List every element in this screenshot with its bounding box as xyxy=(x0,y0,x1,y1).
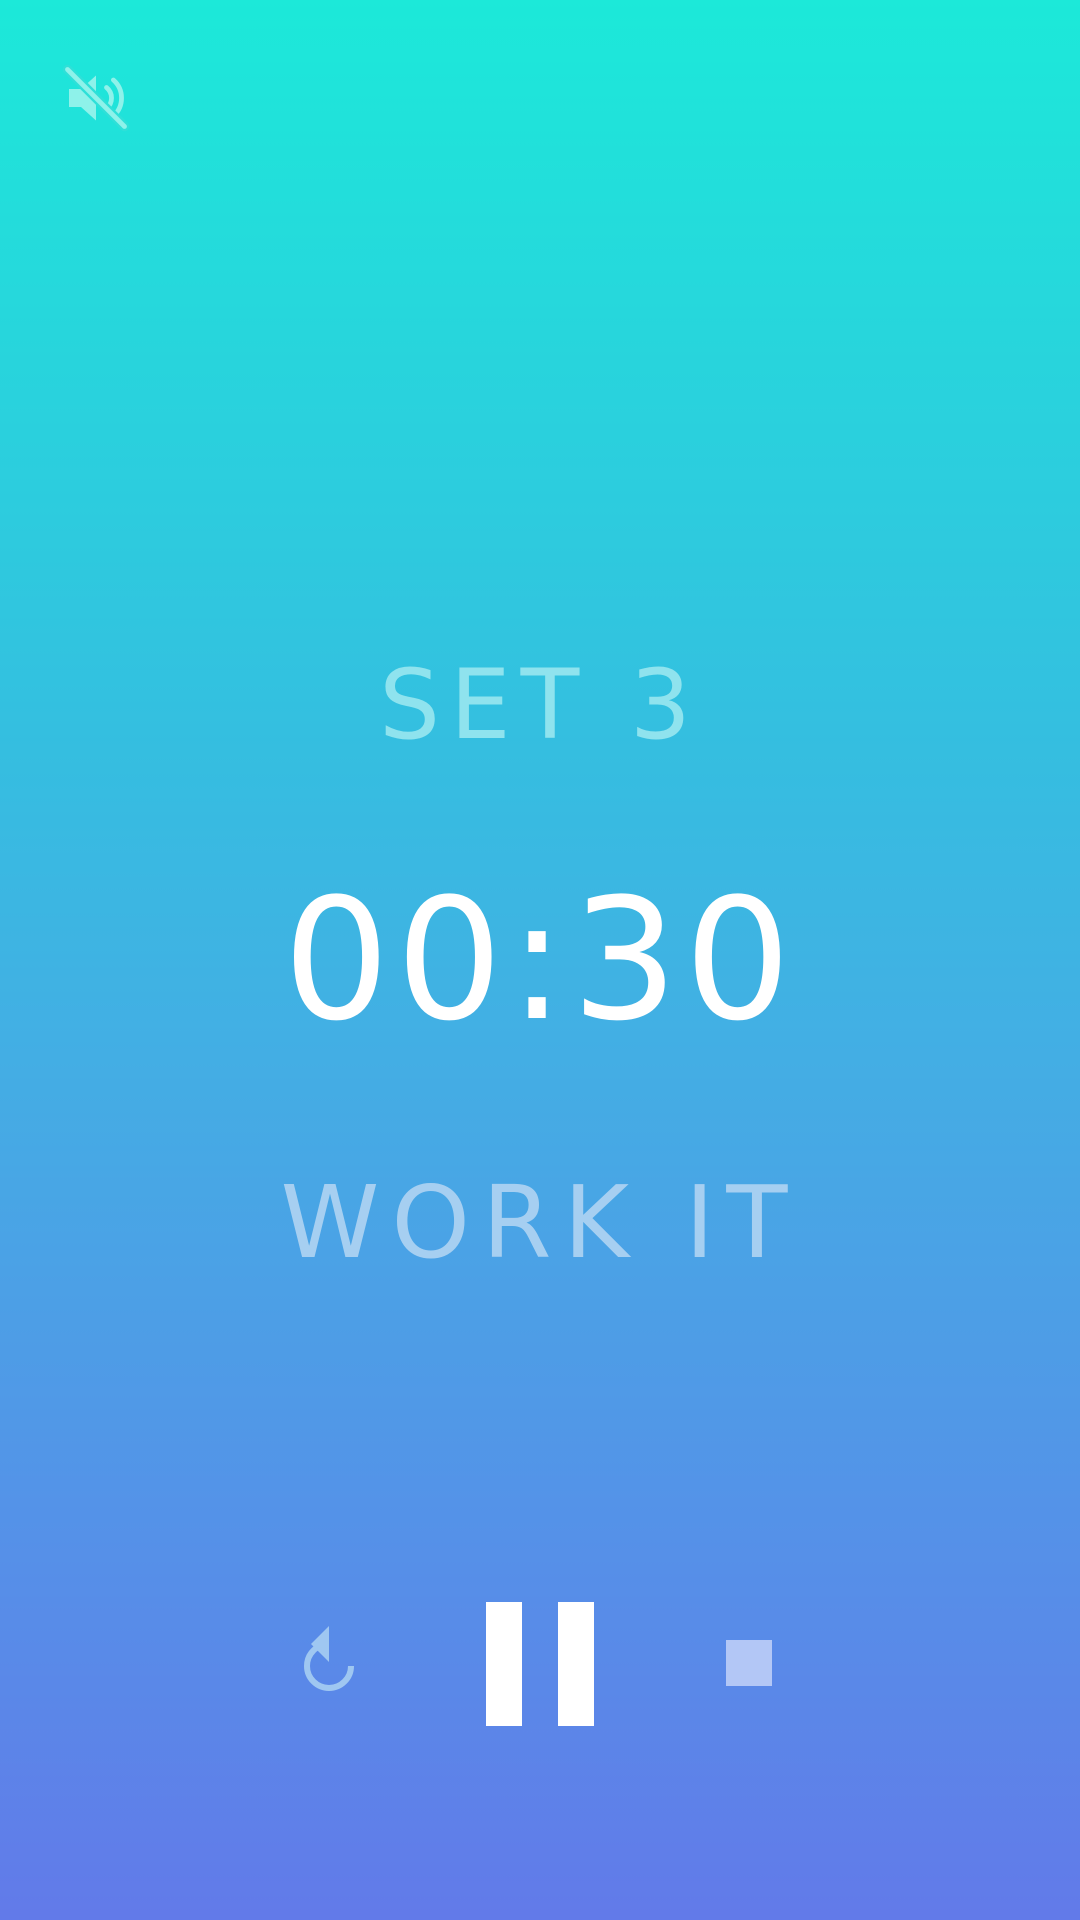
stop-icon xyxy=(726,1640,772,1686)
replay-icon xyxy=(290,1620,370,1700)
phase-label: WORK IT xyxy=(280,1164,800,1281)
playback-controls xyxy=(0,1590,1080,1740)
volume-off-icon xyxy=(60,62,132,134)
timer-screen: SET 3 00:30 WORK IT xyxy=(0,0,1080,1920)
restart-button[interactable] xyxy=(290,1620,370,1700)
set-label: SET 3 xyxy=(379,649,701,761)
mute-button[interactable] xyxy=(60,62,132,134)
pause-button[interactable] xyxy=(486,1602,594,1726)
stop-button[interactable] xyxy=(726,1640,774,1688)
time-remaining: 00:30 xyxy=(282,862,798,1058)
pause-bar-left xyxy=(486,1602,522,1726)
pause-bar-right xyxy=(558,1602,594,1726)
